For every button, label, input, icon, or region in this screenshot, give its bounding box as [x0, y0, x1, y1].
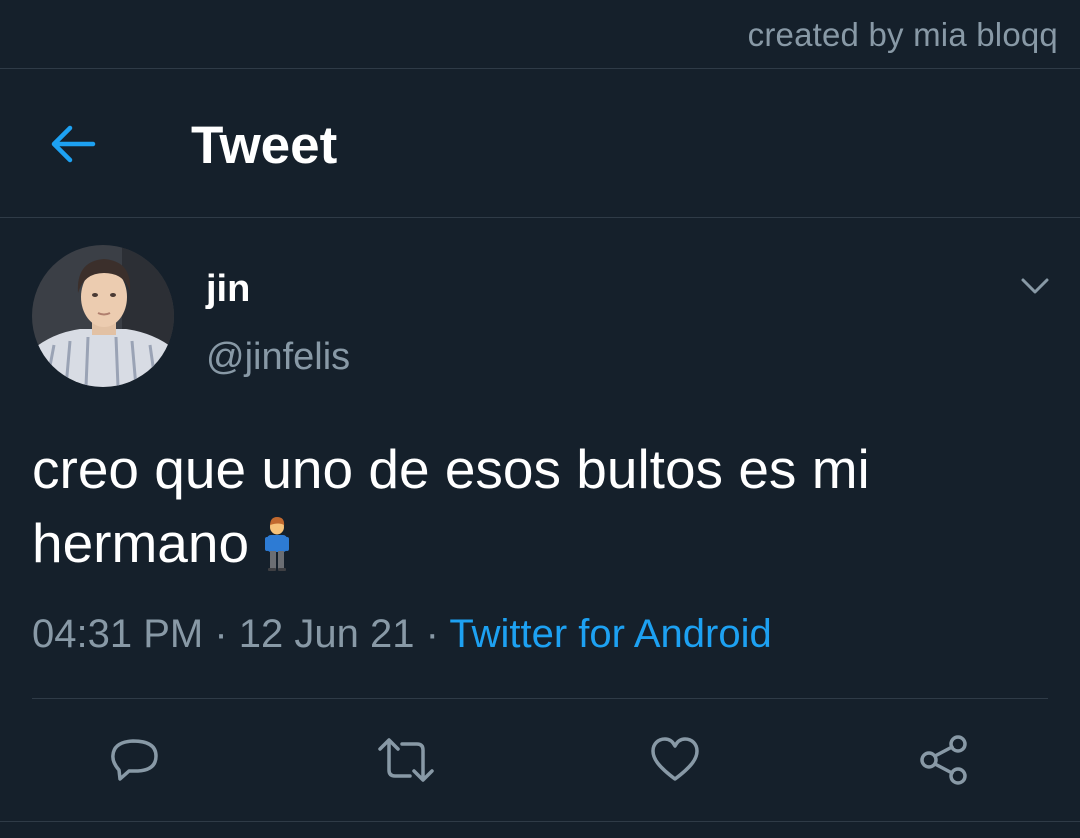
reply-icon: [111, 739, 158, 781]
tweet-body: creo que uno de esos bultos es mi herman…: [32, 432, 1042, 590]
tweet-meta: 04:31 PM · 12 Jun 21 · Twitter for Andro…: [32, 612, 772, 657]
heart-icon: [651, 737, 699, 781]
standing-man-emoji: [261, 516, 293, 590]
retweet-button[interactable]: [374, 728, 438, 792]
tweet-time: 04:31 PM: [32, 612, 204, 656]
watermark-bar: created by mia bloqq: [0, 0, 1080, 69]
tweet-actions: [0, 728, 1080, 792]
back-button[interactable]: [44, 115, 102, 173]
reply-button[interactable]: [103, 728, 167, 792]
arrow-left-icon: [51, 125, 96, 163]
meta-separator: ·: [214, 612, 228, 656]
share-icon: [920, 735, 967, 785]
top-app-bar: Tweet: [0, 69, 1080, 218]
tweet-date: 12 Jun 21: [238, 612, 415, 656]
page-title: Tweet: [191, 116, 338, 175]
avatar[interactable]: [32, 245, 174, 387]
meta-separator: ·: [425, 612, 439, 656]
bottom-divider: [0, 821, 1080, 822]
user-handle[interactable]: @jinfelis: [206, 336, 350, 379]
divider: [32, 698, 1048, 699]
display-name[interactable]: jin: [206, 268, 250, 311]
like-button[interactable]: [643, 728, 707, 792]
chevron-down-icon: [1021, 278, 1049, 294]
watermark-text: created by mia bloqq: [747, 16, 1058, 53]
tweet-text: creo que uno de esos bultos es mi herman…: [32, 438, 870, 574]
tweet-options-button[interactable]: [1012, 266, 1058, 306]
tweet-page: created by mia bloqq Tweet jin @jinfelis: [0, 0, 1080, 838]
avatar-image: [32, 245, 174, 387]
tweet-source-link[interactable]: Twitter for Android: [449, 612, 771, 656]
share-button[interactable]: [912, 728, 976, 792]
retweet-icon: [378, 738, 434, 782]
